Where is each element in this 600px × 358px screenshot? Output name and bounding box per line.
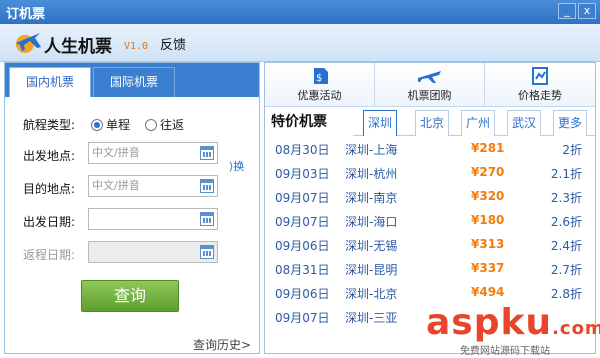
flight-row[interactable]: 09月03日 深圳-杭州 ¥270 2.1折 — [265, 165, 595, 189]
flight-route: 深圳-三亚 — [345, 311, 398, 325]
radio-checked-icon — [91, 119, 103, 131]
flight-price: ¥281 — [471, 141, 505, 155]
app-version: V1.0 — [124, 41, 149, 52]
depart-date-input[interactable] — [88, 208, 218, 230]
flight-date: 09月03日 — [275, 167, 330, 181]
ticket-type-tabs: 国内机票 国际机票 — [5, 63, 259, 97]
one-way-radio[interactable]: 单程 — [91, 116, 130, 133]
close-button[interactable]: x — [578, 3, 596, 19]
airplane-logo-icon — [16, 33, 41, 53]
city-tab-shenzhen[interactable]: 深圳 — [363, 110, 397, 136]
calendar-icon[interactable] — [200, 212, 214, 226]
trip-type-label: 航程类型: — [23, 118, 76, 132]
special-fares-title: 特价机票 — [271, 114, 327, 130]
flight-discount: 2.4折 — [550, 239, 582, 253]
brand-bar: 人生机票 V1.0 反馈 — [0, 24, 600, 62]
flight-discount: 2.8折 — [550, 287, 582, 301]
minimize-button[interactable]: _ — [558, 3, 576, 19]
price-trend-button[interactable]: 价格走势 — [485, 63, 595, 107]
flight-route: 深圳-无锡 — [345, 239, 398, 253]
flight-row[interactable]: 09月07日 深圳-海口 ¥180 2.6折 — [265, 213, 595, 237]
calendar-icon — [200, 245, 214, 259]
from-label: 出发地点: — [23, 149, 76, 163]
group-buy-button[interactable]: 机票团购 — [375, 63, 485, 107]
site-watermark: aspku.com 免费网站源码下载站 — [426, 302, 600, 357]
flight-price: ¥180 — [471, 213, 505, 227]
flight-discount: 2.6折 — [550, 215, 582, 229]
flight-route: 深圳-杭州 — [345, 167, 398, 181]
window-title: 订机票 — [6, 7, 46, 22]
title-bar: 订机票 _ x — [0, 0, 600, 24]
flight-route: 深圳-昆明 — [345, 263, 398, 277]
coupon-icon: $ — [313, 68, 328, 84]
to-label: 目的地点: — [23, 182, 76, 196]
radio-unchecked-icon — [145, 119, 157, 131]
flight-date: 09月06日 — [275, 287, 330, 301]
promotions-button[interactable]: $ 优惠活动 — [265, 63, 375, 107]
calendar-icon[interactable] — [200, 179, 214, 193]
flight-date: 09月07日 — [275, 311, 330, 325]
flight-row[interactable]: 08月30日 深圳-上海 ¥281 2折 — [265, 141, 595, 165]
feedback-link[interactable]: 反馈 — [160, 34, 186, 53]
chart-icon — [532, 67, 548, 85]
watermark-caption: 免费网站源码下载站 — [460, 346, 550, 357]
search-button[interactable]: 查询 — [81, 280, 179, 312]
flight-date: 09月07日 — [275, 215, 330, 229]
return-date-label: 返程日期: — [23, 248, 76, 262]
flight-row[interactable]: 08月31日 深圳-昆明 ¥337 2.7折 — [265, 261, 595, 285]
flight-price: ¥313 — [471, 237, 505, 251]
round-trip-radio[interactable]: 往返 — [145, 116, 184, 133]
flight-route: 深圳-上海 — [345, 143, 398, 157]
flight-price: ¥337 — [471, 261, 505, 275]
flight-date: 08月31日 — [275, 263, 330, 277]
watermark-logo: aspku.com — [426, 302, 600, 343]
city-tab-wuhan[interactable]: 武汉 — [507, 110, 541, 136]
svg-text:$: $ — [316, 73, 322, 84]
app-name: 人生机票 — [44, 37, 112, 57]
flight-price: ¥270 — [471, 165, 505, 179]
flight-row[interactable]: 09月06日 深圳-无锡 ¥313 2.4折 — [265, 237, 595, 261]
flight-route: 深圳-北京 — [345, 287, 398, 301]
search-panel: 国内机票 国际机票 航程类型: 单程 往返 出发地点: 中文/拼音 ⟩换 目的地… — [4, 62, 260, 354]
flight-discount: 2折 — [562, 143, 582, 157]
flight-price: ¥320 — [471, 189, 505, 203]
toolbar: $ 优惠活动 机票团购 价格走势 — [265, 63, 595, 107]
from-input[interactable]: 中文/拼音 — [88, 142, 218, 164]
flight-discount: 2.7折 — [550, 263, 582, 277]
flight-price: ¥494 — [471, 285, 505, 299]
flight-date: 09月06日 — [275, 239, 330, 253]
swap-button[interactable]: ⟩换 — [229, 158, 244, 174]
search-history-link[interactable]: 查询历史> — [193, 336, 251, 353]
airplane-icon — [417, 71, 441, 83]
flight-route: 深圳-南京 — [345, 191, 398, 205]
tab-domestic[interactable]: 国内机票 — [9, 67, 91, 97]
city-tab-beijing[interactable]: 北京 — [415, 110, 449, 136]
depart-date-label: 出发日期: — [23, 215, 76, 229]
flight-date: 09月07日 — [275, 191, 330, 205]
city-tab-more[interactable]: 更多 — [553, 110, 587, 136]
tab-international[interactable]: 国际机票 — [93, 67, 175, 97]
flight-discount: 2.3折 — [550, 191, 582, 205]
flight-route: 深圳-海口 — [345, 215, 398, 229]
flight-row[interactable]: 09月07日 深圳-南京 ¥320 2.3折 — [265, 189, 595, 213]
flight-date: 08月30日 — [275, 143, 330, 157]
city-tab-guangzhou[interactable]: 广州 — [461, 110, 495, 136]
calendar-icon[interactable] — [200, 146, 214, 160]
flight-discount: 2.1折 — [550, 167, 582, 181]
return-date-input — [88, 241, 218, 263]
to-input[interactable]: 中文/拼音 — [88, 175, 218, 197]
